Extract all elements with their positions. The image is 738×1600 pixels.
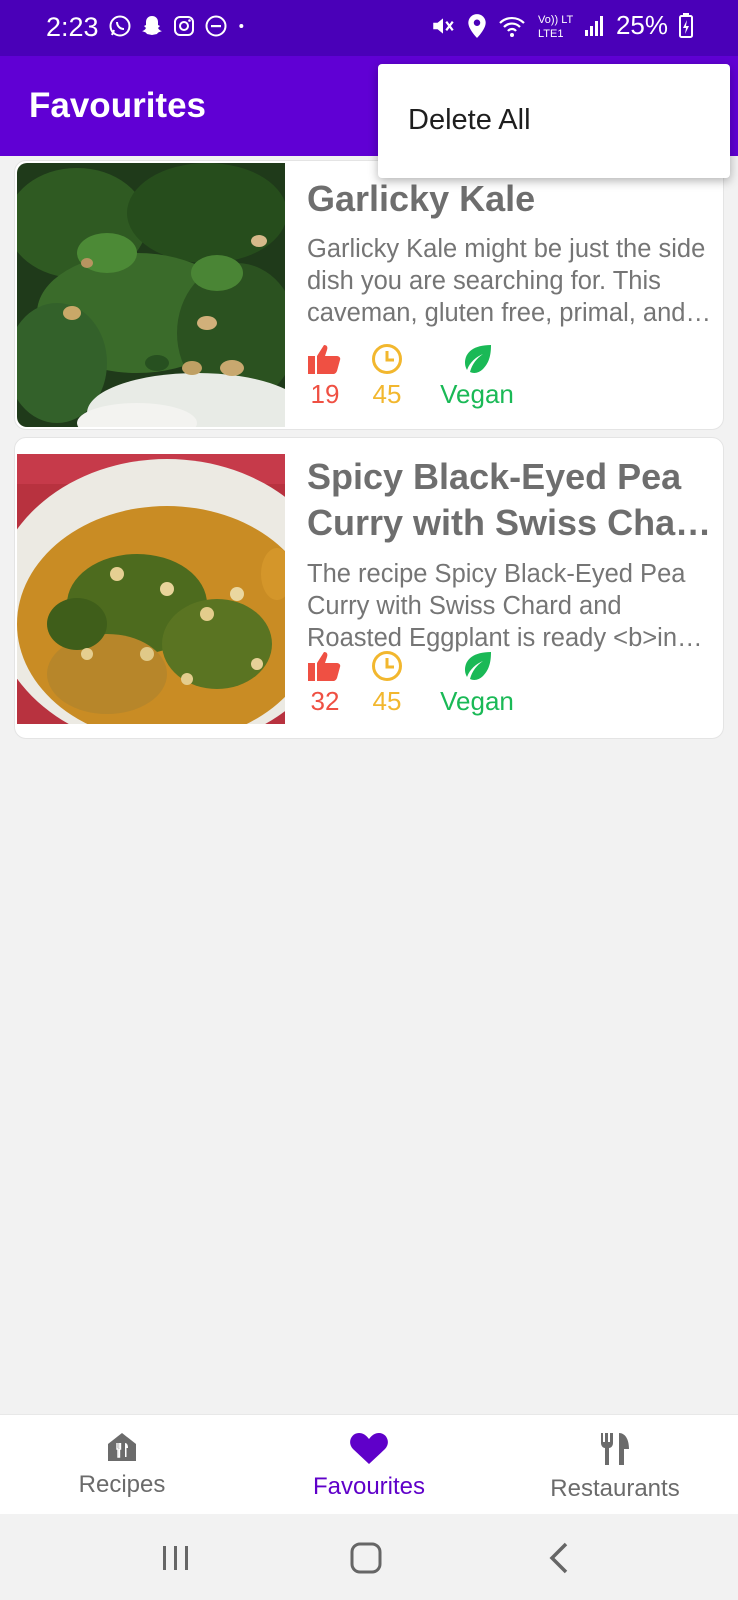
vegan-stat: Vegan <box>437 343 517 410</box>
thumbs-up-icon <box>308 345 341 374</box>
nav-label: Favourites <box>312 1473 426 1500</box>
location-icon <box>468 13 486 38</box>
page-title: Favourites <box>29 86 206 125</box>
diet-tag: Vegan <box>440 379 514 409</box>
svg-text:Vo)) LTE1: Vo)) LTE1 <box>538 14 574 26</box>
status-bar: 2:23 Vo)) LTE1 LTE1 25% <box>0 0 738 56</box>
nav-label: Recipes <box>78 1471 166 1498</box>
likes-count: 19 <box>310 379 340 409</box>
battery-percent: 25% <box>615 10 668 40</box>
leaf-icon <box>465 345 491 373</box>
notification-icons <box>108 14 252 38</box>
whatsapp-icon <box>109 15 131 37</box>
wifi-icon <box>499 16 525 37</box>
system-status-icons: Vo)) LTE1 LTE1 25% <box>430 10 694 41</box>
volte-lte-icon: Vo)) LTE1 LTE1 <box>538 14 574 40</box>
dot-icon <box>239 24 244 28</box>
clock-icon <box>372 651 402 681</box>
time-stat: 45 <box>367 343 407 410</box>
clock-icon <box>372 344 402 374</box>
nav-label: Restaurants <box>550 1475 680 1502</box>
recipe-card[interactable]: Garlicky Kale Garlicky Kale might be jus… <box>14 160 724 430</box>
bottom-navigation: Recipes Favourites Restaurants <box>0 1414 738 1514</box>
home-icon[interactable] <box>346 1538 386 1578</box>
minutes-value: 45 <box>372 686 402 716</box>
nav-item-favourites[interactable]: Favourites <box>269 1431 469 1501</box>
snapchat-icon <box>142 16 162 35</box>
nav-item-recipes[interactable]: Recipes <box>22 1431 222 1499</box>
system-navigation-bar <box>0 1514 738 1600</box>
likes-stat: 19 <box>305 343 345 410</box>
likes-count: 32 <box>310 686 340 716</box>
recipe-title: Garlicky Kale <box>307 178 536 219</box>
recipe-stats: 19 45 Vegan <box>305 343 565 413</box>
minutes-value: 45 <box>372 379 402 409</box>
fork-knife-icon <box>601 1433 629 1465</box>
recent-apps-icon[interactable] <box>156 1538 196 1578</box>
likes-stat: 32 <box>305 650 345 717</box>
status-time: 2:23 <box>46 12 99 42</box>
recipe-stats: 32 45 Vegan <box>305 650 565 720</box>
recipe-title: Spicy Black-Eyed Pea Curry with Swiss Ch… <box>307 456 712 543</box>
delete-all-menu-item[interactable]: Delete All <box>408 104 531 137</box>
vegan-stat: Vegan <box>437 650 517 717</box>
nav-item-restaurants[interactable]: Restaurants <box>515 1431 715 1503</box>
house-utensils-icon <box>108 1433 136 1461</box>
recipe-image <box>17 163 285 427</box>
time-stat: 45 <box>367 650 407 717</box>
back-icon[interactable] <box>540 1538 580 1578</box>
recipe-description: Garlicky Kale might be just the side dis… <box>307 235 706 327</box>
svg-text:LTE1: LTE1 <box>538 28 563 40</box>
thumbs-up-icon <box>308 652 341 681</box>
diet-tag: Vegan <box>440 686 514 716</box>
mute-icon <box>433 17 454 34</box>
recipe-card[interactable]: Spicy Black-Eyed Pea Curry with Swiss Ch… <box>14 437 724 739</box>
battery-charging-icon <box>679 12 693 38</box>
heart-icon <box>350 1433 388 1464</box>
signal-icon <box>584 15 603 36</box>
recipe-image <box>17 454 285 724</box>
recipe-description: The recipe Spicy Black-Eyed Pea Curry wi… <box>307 560 686 652</box>
leaf-icon <box>465 652 491 680</box>
overflow-menu: Delete All <box>378 64 730 178</box>
instagram-icon <box>174 16 194 36</box>
do-not-disturb-icon <box>205 15 227 37</box>
